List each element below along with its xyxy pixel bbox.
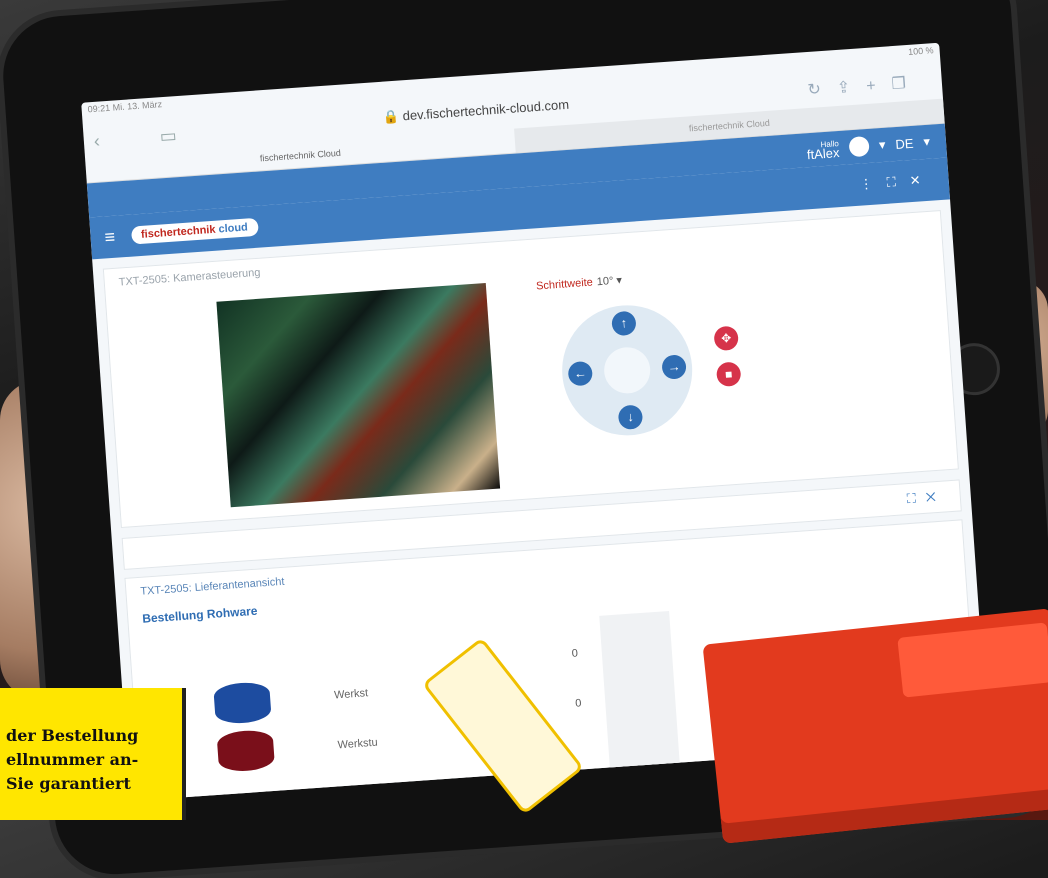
tabs-icon[interactable]: ❐: [891, 74, 922, 93]
step-label: Schrittweite: [535, 276, 594, 293]
caption-bar: [182, 688, 186, 820]
item-count: 0: [571, 647, 579, 660]
close-icon[interactable]: ✕: [909, 171, 935, 188]
stop-icon[interactable]: ■: [715, 361, 742, 388]
logo-text-2: cloud: [218, 221, 249, 236]
close-icon[interactable]: ✕: [925, 488, 946, 504]
panel-controls: ⋮⛶✕: [859, 171, 935, 192]
arrow-right-icon[interactable]: →: [661, 354, 687, 380]
camera-feed: [216, 282, 501, 508]
caption-line-2: ellnummer an-: [6, 750, 139, 769]
caption-line-1: der Bestellung: [6, 726, 139, 745]
fullscreen-icon[interactable]: ⛶: [886, 173, 910, 190]
status-time: 09:21: [87, 102, 111, 115]
direction-pad: ↑ ↓ ← →: [557, 300, 697, 440]
username[interactable]: ftAlex: [806, 145, 839, 162]
share-icon[interactable]: ⇪: [836, 78, 867, 97]
language-select[interactable]: DE: [895, 135, 914, 151]
new-tab-icon[interactable]: +: [866, 76, 892, 95]
menu-icon[interactable]: ≡: [104, 226, 116, 248]
chevron-down-icon[interactable]: ▾: [878, 137, 886, 153]
arrow-up-icon[interactable]: ↑: [611, 310, 637, 337]
center-move-icon[interactable]: ✥: [713, 325, 740, 352]
browser-tools: ↻⇪+❐: [807, 72, 923, 100]
avatar[interactable]: [848, 135, 870, 158]
camera-panel: TXT-2505: Kamerasteuerung Schrittweite 10…: [102, 210, 959, 529]
address-bar[interactable]: 🔒 dev.fischertechnik-cloud.com: [382, 97, 569, 126]
chevron-down-icon[interactable]: ▾: [616, 274, 622, 286]
caption-box: der Bestellung ellnummer an- Sie garanti…: [0, 688, 186, 820]
list-item: Werkst: [333, 687, 369, 702]
back-icon[interactable]: ‹: [93, 130, 100, 151]
bookmarks-icon[interactable]: ▭: [159, 125, 177, 147]
workpiece-blue-icon: [213, 681, 272, 725]
step-control[interactable]: Schrittweite 10° ▾: [536, 273, 623, 292]
status-battery: 100 %: [907, 45, 934, 57]
step-value[interactable]: 10°: [596, 275, 613, 288]
workpiece-red-icon: [216, 728, 276, 773]
list-item: Werkstu: [337, 736, 379, 752]
fullscreen-icon[interactable]: ⛶: [906, 490, 926, 506]
arrow-down-icon[interactable]: ↓: [617, 404, 644, 431]
more-icon[interactable]: ⋮: [859, 175, 887, 192]
status-date: Mi. 13. März: [112, 99, 163, 113]
chevron-down-icon[interactable]: ▾: [923, 134, 931, 150]
dpad-center: [602, 345, 652, 395]
item-count: 0: [574, 697, 582, 710]
reload-icon[interactable]: ↻: [807, 80, 838, 99]
logo: fischertechnik cloud: [130, 217, 259, 245]
caption-line-3: Sie garantiert: [6, 774, 131, 793]
url-text: dev.fischertechnik-cloud.com: [402, 96, 570, 124]
logo-text-1: fischertechnik: [140, 223, 216, 241]
stock-column: [599, 610, 683, 802]
arrow-left-icon[interactable]: ←: [567, 360, 594, 387]
